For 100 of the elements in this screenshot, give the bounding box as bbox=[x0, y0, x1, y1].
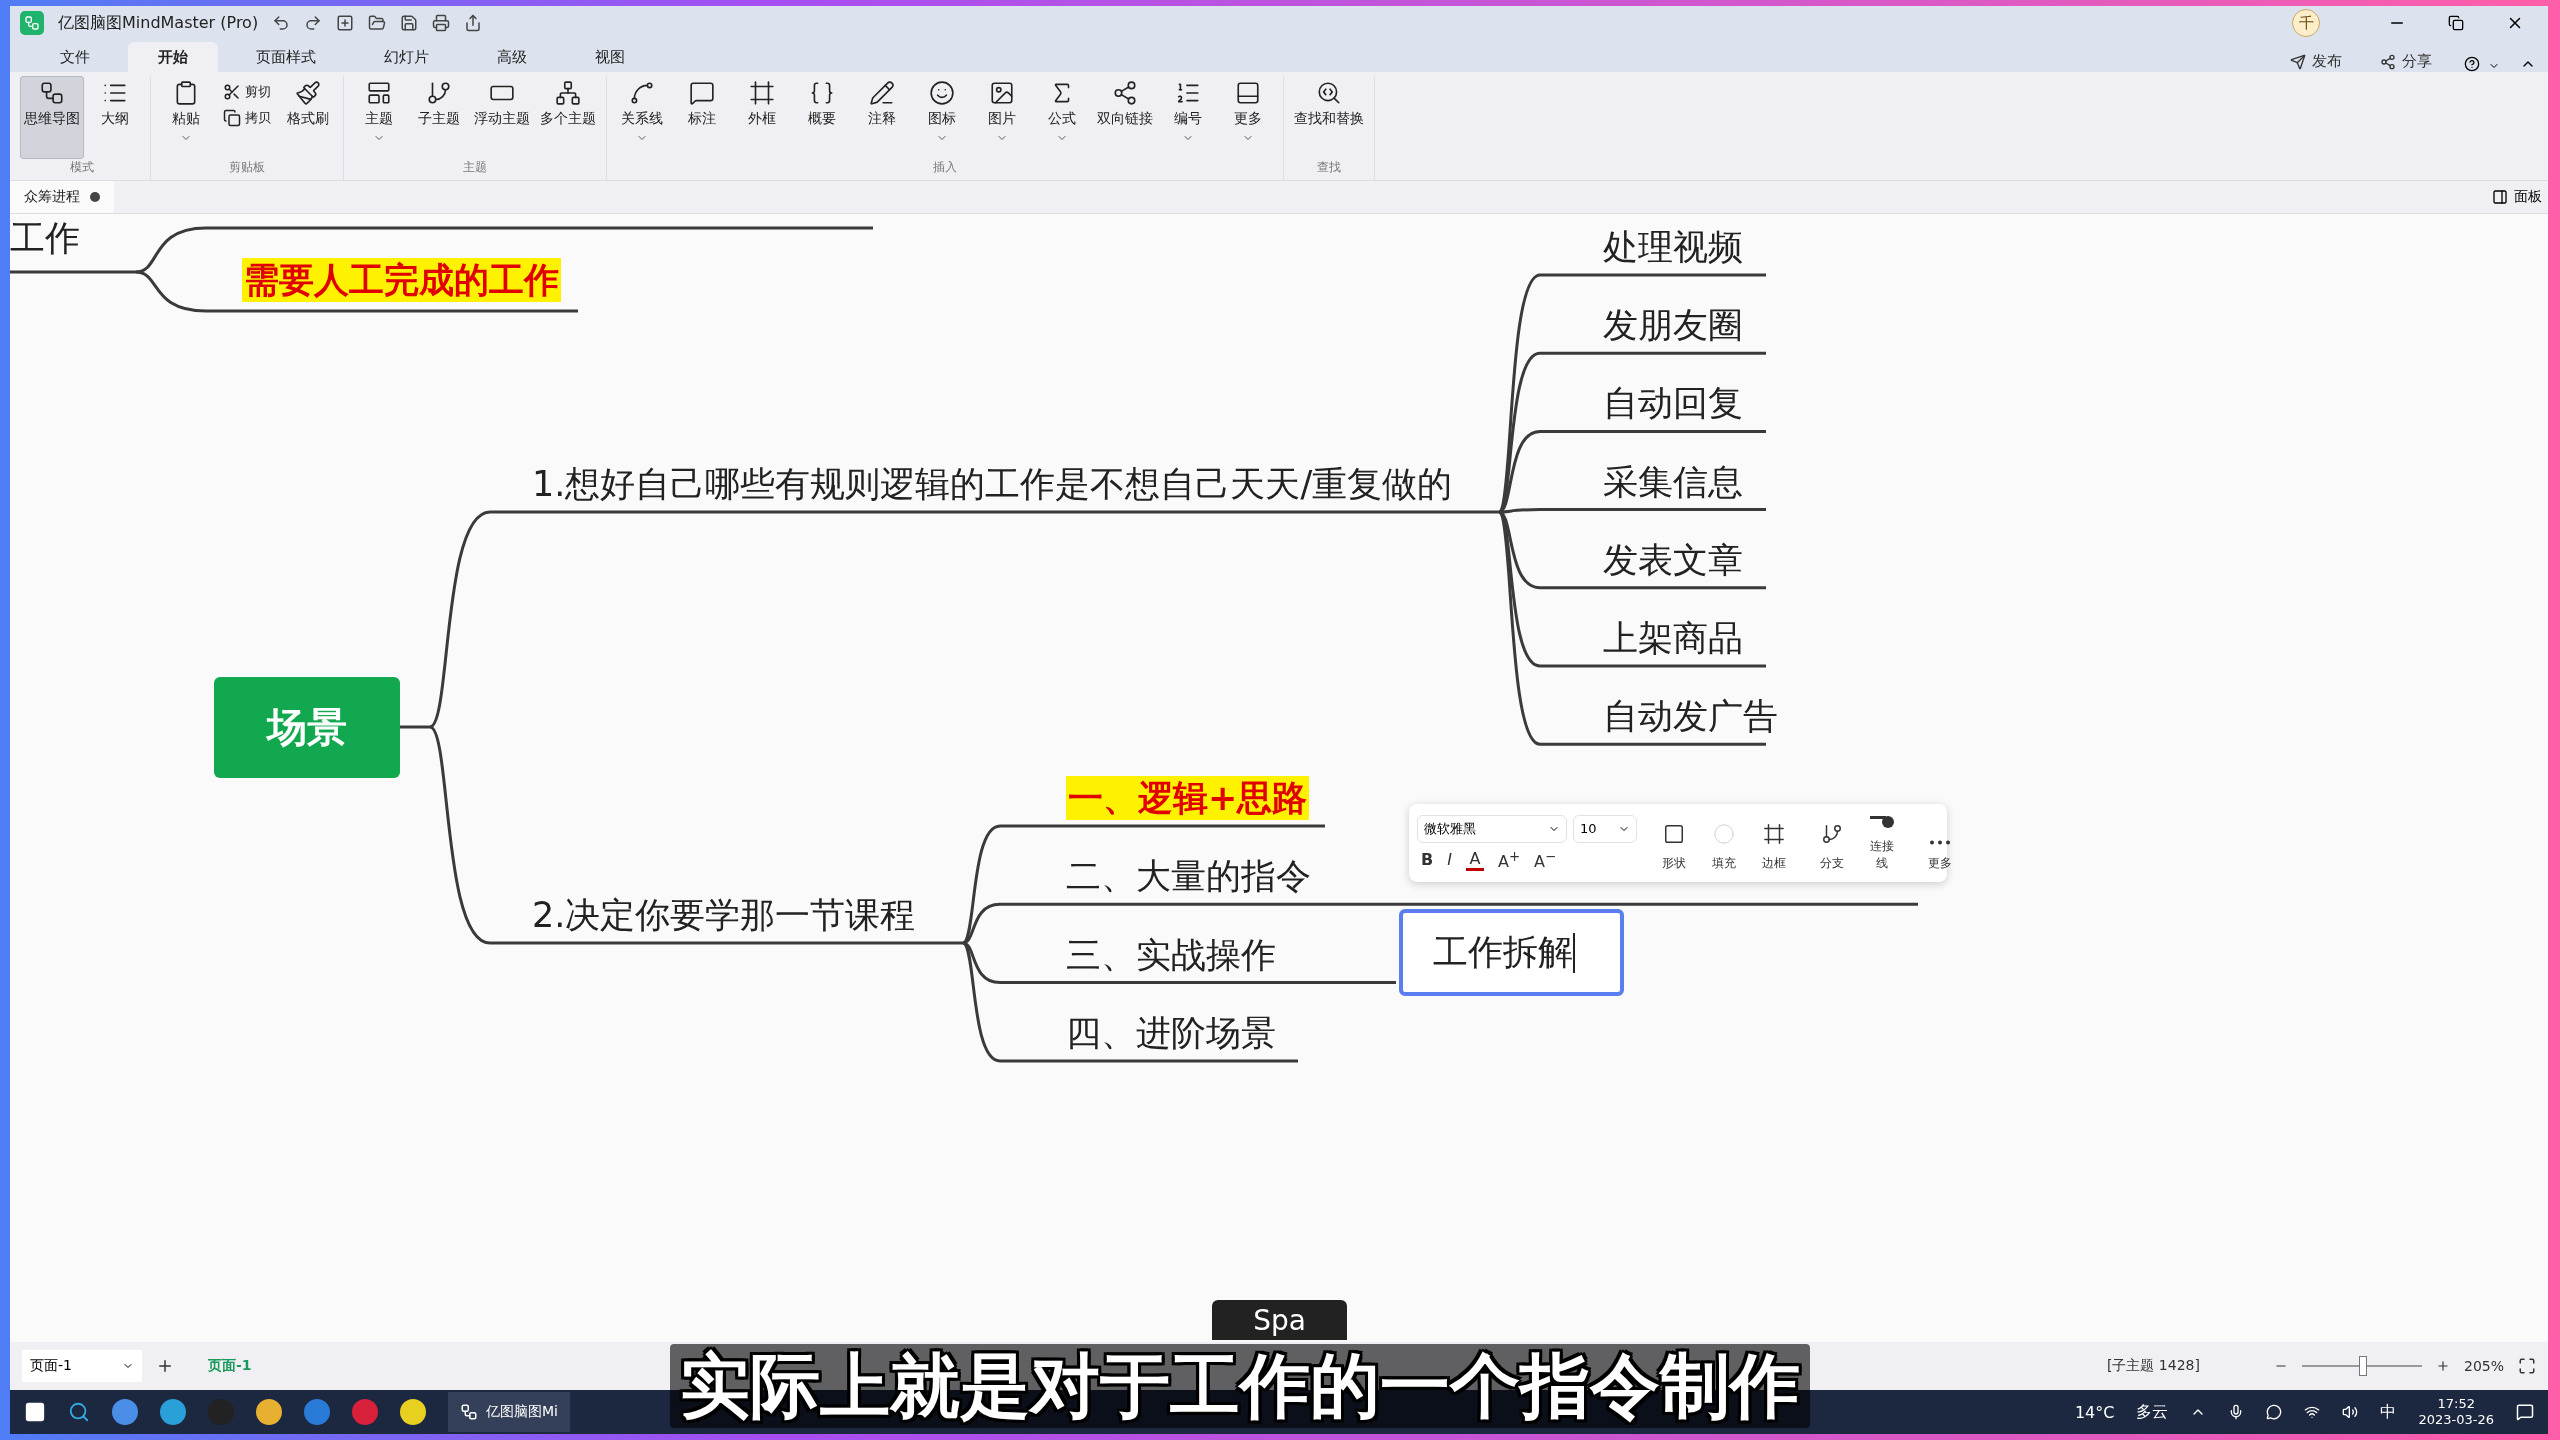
topic-text: 2.决定你要学那一节课程 bbox=[532, 894, 916, 937]
ribbon-button[interactable]: 多个主题 bbox=[536, 76, 600, 159]
topic-text: 1.想好自己哪些有规则逻辑的工作是不想自己天天/重复做的 bbox=[532, 463, 1453, 506]
topic-text: 四、进阶场景 bbox=[1066, 1011, 1276, 1055]
menu-tab[interactable]: 视图 bbox=[565, 42, 655, 72]
document-tab[interactable]: 众筹进程 bbox=[10, 181, 114, 213]
ribbon-button[interactable]: 图片 bbox=[973, 76, 1031, 159]
format-button[interactable]: A bbox=[1461, 849, 1488, 871]
topic-icon bbox=[366, 80, 392, 106]
menu-tab[interactable]: 页面样式 bbox=[226, 42, 346, 72]
undo-icon[interactable] bbox=[272, 14, 291, 32]
ribbon-button[interactable]: 图标 bbox=[913, 76, 971, 159]
help-icon[interactable] bbox=[2464, 56, 2480, 72]
paintbrush-icon bbox=[295, 80, 321, 106]
frame-icon bbox=[749, 80, 775, 106]
scissors-icon bbox=[223, 83, 241, 101]
zoom-level[interactable]: 205% bbox=[2463, 1358, 2504, 1374]
weather-temperature: 14°C bbox=[2074, 1402, 2115, 1422]
folder-icon[interactable] bbox=[368, 14, 387, 32]
topic-edit-field[interactable]: 工作拆解 bbox=[1399, 909, 1624, 996]
format-button[interactable]: A$^{−}$ bbox=[1530, 848, 1561, 872]
menu-tab[interactable]: 文件 bbox=[30, 42, 120, 72]
ribbon-button[interactable]: 概要 bbox=[793, 76, 851, 159]
ribbon-button[interactable]: 标注 bbox=[673, 76, 731, 159]
wifi-icon[interactable] bbox=[2304, 1404, 2321, 1420]
ribbon-button[interactable]: 关系线 bbox=[613, 76, 671, 159]
topic-text: 采集信息 bbox=[1603, 460, 1743, 504]
font-select[interactable]: 微软雅黑 bbox=[1417, 814, 1567, 843]
zoom-in-icon[interactable] bbox=[2435, 1359, 2450, 1373]
export-icon[interactable] bbox=[464, 14, 483, 32]
format-button[interactable]: I bbox=[1443, 850, 1456, 870]
key-hint: Spa bbox=[1212, 1300, 1347, 1340]
topic-text: 需要人工完成的工作 bbox=[242, 258, 561, 302]
selection-status: [子主题 1428] bbox=[2106, 1357, 2200, 1375]
format-button[interactable]: 填充 bbox=[1703, 813, 1745, 873]
subtopic-icon bbox=[426, 80, 452, 106]
volume-icon[interactable] bbox=[2342, 1404, 2359, 1420]
print-icon[interactable] bbox=[432, 14, 451, 32]
comment-icon bbox=[689, 80, 715, 106]
fullscreen-icon[interactable] bbox=[2518, 1357, 2536, 1375]
app-icon[interactable] bbox=[256, 1399, 282, 1425]
share-button[interactable]: 分享 bbox=[2374, 51, 2438, 72]
group-label: 插入 bbox=[932, 159, 958, 176]
notification-icon[interactable] bbox=[2516, 1403, 2534, 1421]
zoom-thumb[interactable] bbox=[2358, 1356, 2367, 1376]
publish-button[interactable]: 发布 bbox=[2284, 51, 2348, 72]
topic-text: 发表文章 bbox=[1603, 538, 1743, 582]
chat-icon[interactable] bbox=[2266, 1404, 2283, 1420]
format-button[interactable]: 更多 bbox=[1919, 813, 1961, 873]
brace-icon bbox=[809, 80, 835, 106]
app-icon[interactable] bbox=[160, 1399, 186, 1425]
ribbon-button[interactable]: 注释 bbox=[853, 76, 911, 159]
share-icon bbox=[2380, 53, 2396, 70]
ribbon-button[interactable]: 查找和替换 bbox=[1290, 76, 1368, 159]
start-icon[interactable] bbox=[24, 1401, 46, 1423]
ribbon-button[interactable]: 更多 bbox=[1219, 76, 1277, 159]
search-icon[interactable] bbox=[68, 1401, 90, 1423]
circle-icon bbox=[1713, 823, 1735, 845]
ribbon-button[interactable]: 思维导图 bbox=[20, 76, 84, 159]
size-select[interactable]: 10 bbox=[1573, 814, 1637, 843]
ribbon-button[interactable]: 剪切 bbox=[217, 82, 277, 102]
redo-icon[interactable] bbox=[304, 14, 323, 32]
format-button[interactable]: 形状 bbox=[1653, 813, 1695, 873]
app-icon[interactable] bbox=[112, 1399, 138, 1425]
taskbar-app[interactable]: 亿图脑图Mi bbox=[448, 1392, 570, 1432]
ribbon-button[interactable]: 主题 bbox=[350, 76, 408, 159]
topic-text: 发朋友圈 bbox=[1603, 304, 1743, 348]
add-page-icon[interactable] bbox=[156, 1357, 174, 1375]
ribbon-button[interactable]: 编号 bbox=[1159, 76, 1217, 159]
ribbon-button[interactable]: 子主题 bbox=[410, 76, 468, 159]
format-button[interactable]: 连接线 bbox=[1861, 813, 1903, 873]
ribbon-button[interactable]: 大纲 bbox=[86, 76, 144, 159]
ribbon-button[interactable]: 格式刷 bbox=[279, 76, 337, 159]
ime-indicator[interactable]: 中 bbox=[2380, 1401, 2397, 1423]
topic-text: 三、实战操作 bbox=[1066, 933, 1276, 977]
menu-tab[interactable]: 高级 bbox=[467, 42, 557, 72]
curve-icon bbox=[629, 80, 655, 106]
ribbon-button[interactable]: 公式 bbox=[1033, 76, 1091, 159]
line-dot-icon bbox=[1870, 814, 1894, 828]
user-avatar[interactable]: 千 bbox=[2292, 9, 2320, 37]
menu-tab[interactable]: 开始 bbox=[128, 42, 218, 72]
ribbon-button[interactable]: 粘贴 bbox=[157, 76, 215, 159]
save-icon[interactable] bbox=[400, 14, 419, 32]
mindmap-icon bbox=[460, 1403, 478, 1421]
ribbon-button[interactable]: 外框 bbox=[733, 76, 791, 159]
new-file-icon[interactable] bbox=[336, 14, 355, 32]
format-button[interactable]: 分支 bbox=[1811, 813, 1853, 873]
group-label: 查找 bbox=[1316, 159, 1342, 176]
menu-tab[interactable]: 幻灯片 bbox=[354, 42, 459, 72]
format-button[interactable]: 边框 bbox=[1753, 813, 1795, 873]
ribbon-button[interactable]: 双向链接 bbox=[1093, 76, 1157, 159]
app-icon[interactable] bbox=[400, 1399, 426, 1425]
panel-toggle[interactable]: 面板 bbox=[2486, 187, 2548, 207]
clock[interactable]: 17:52 2023-03-26 bbox=[2418, 1396, 2494, 1428]
format-button[interactable]: B bbox=[1417, 850, 1438, 870]
ribbon-button[interactable]: 拷贝 bbox=[217, 108, 277, 128]
format-button[interactable]: A$^{+}$ bbox=[1493, 848, 1525, 872]
page-select[interactable]: 页面-1 bbox=[22, 1350, 142, 1382]
ribbon-button[interactable]: 浮动主题 bbox=[470, 76, 534, 159]
restore-icon[interactable] bbox=[2448, 15, 2464, 31]
